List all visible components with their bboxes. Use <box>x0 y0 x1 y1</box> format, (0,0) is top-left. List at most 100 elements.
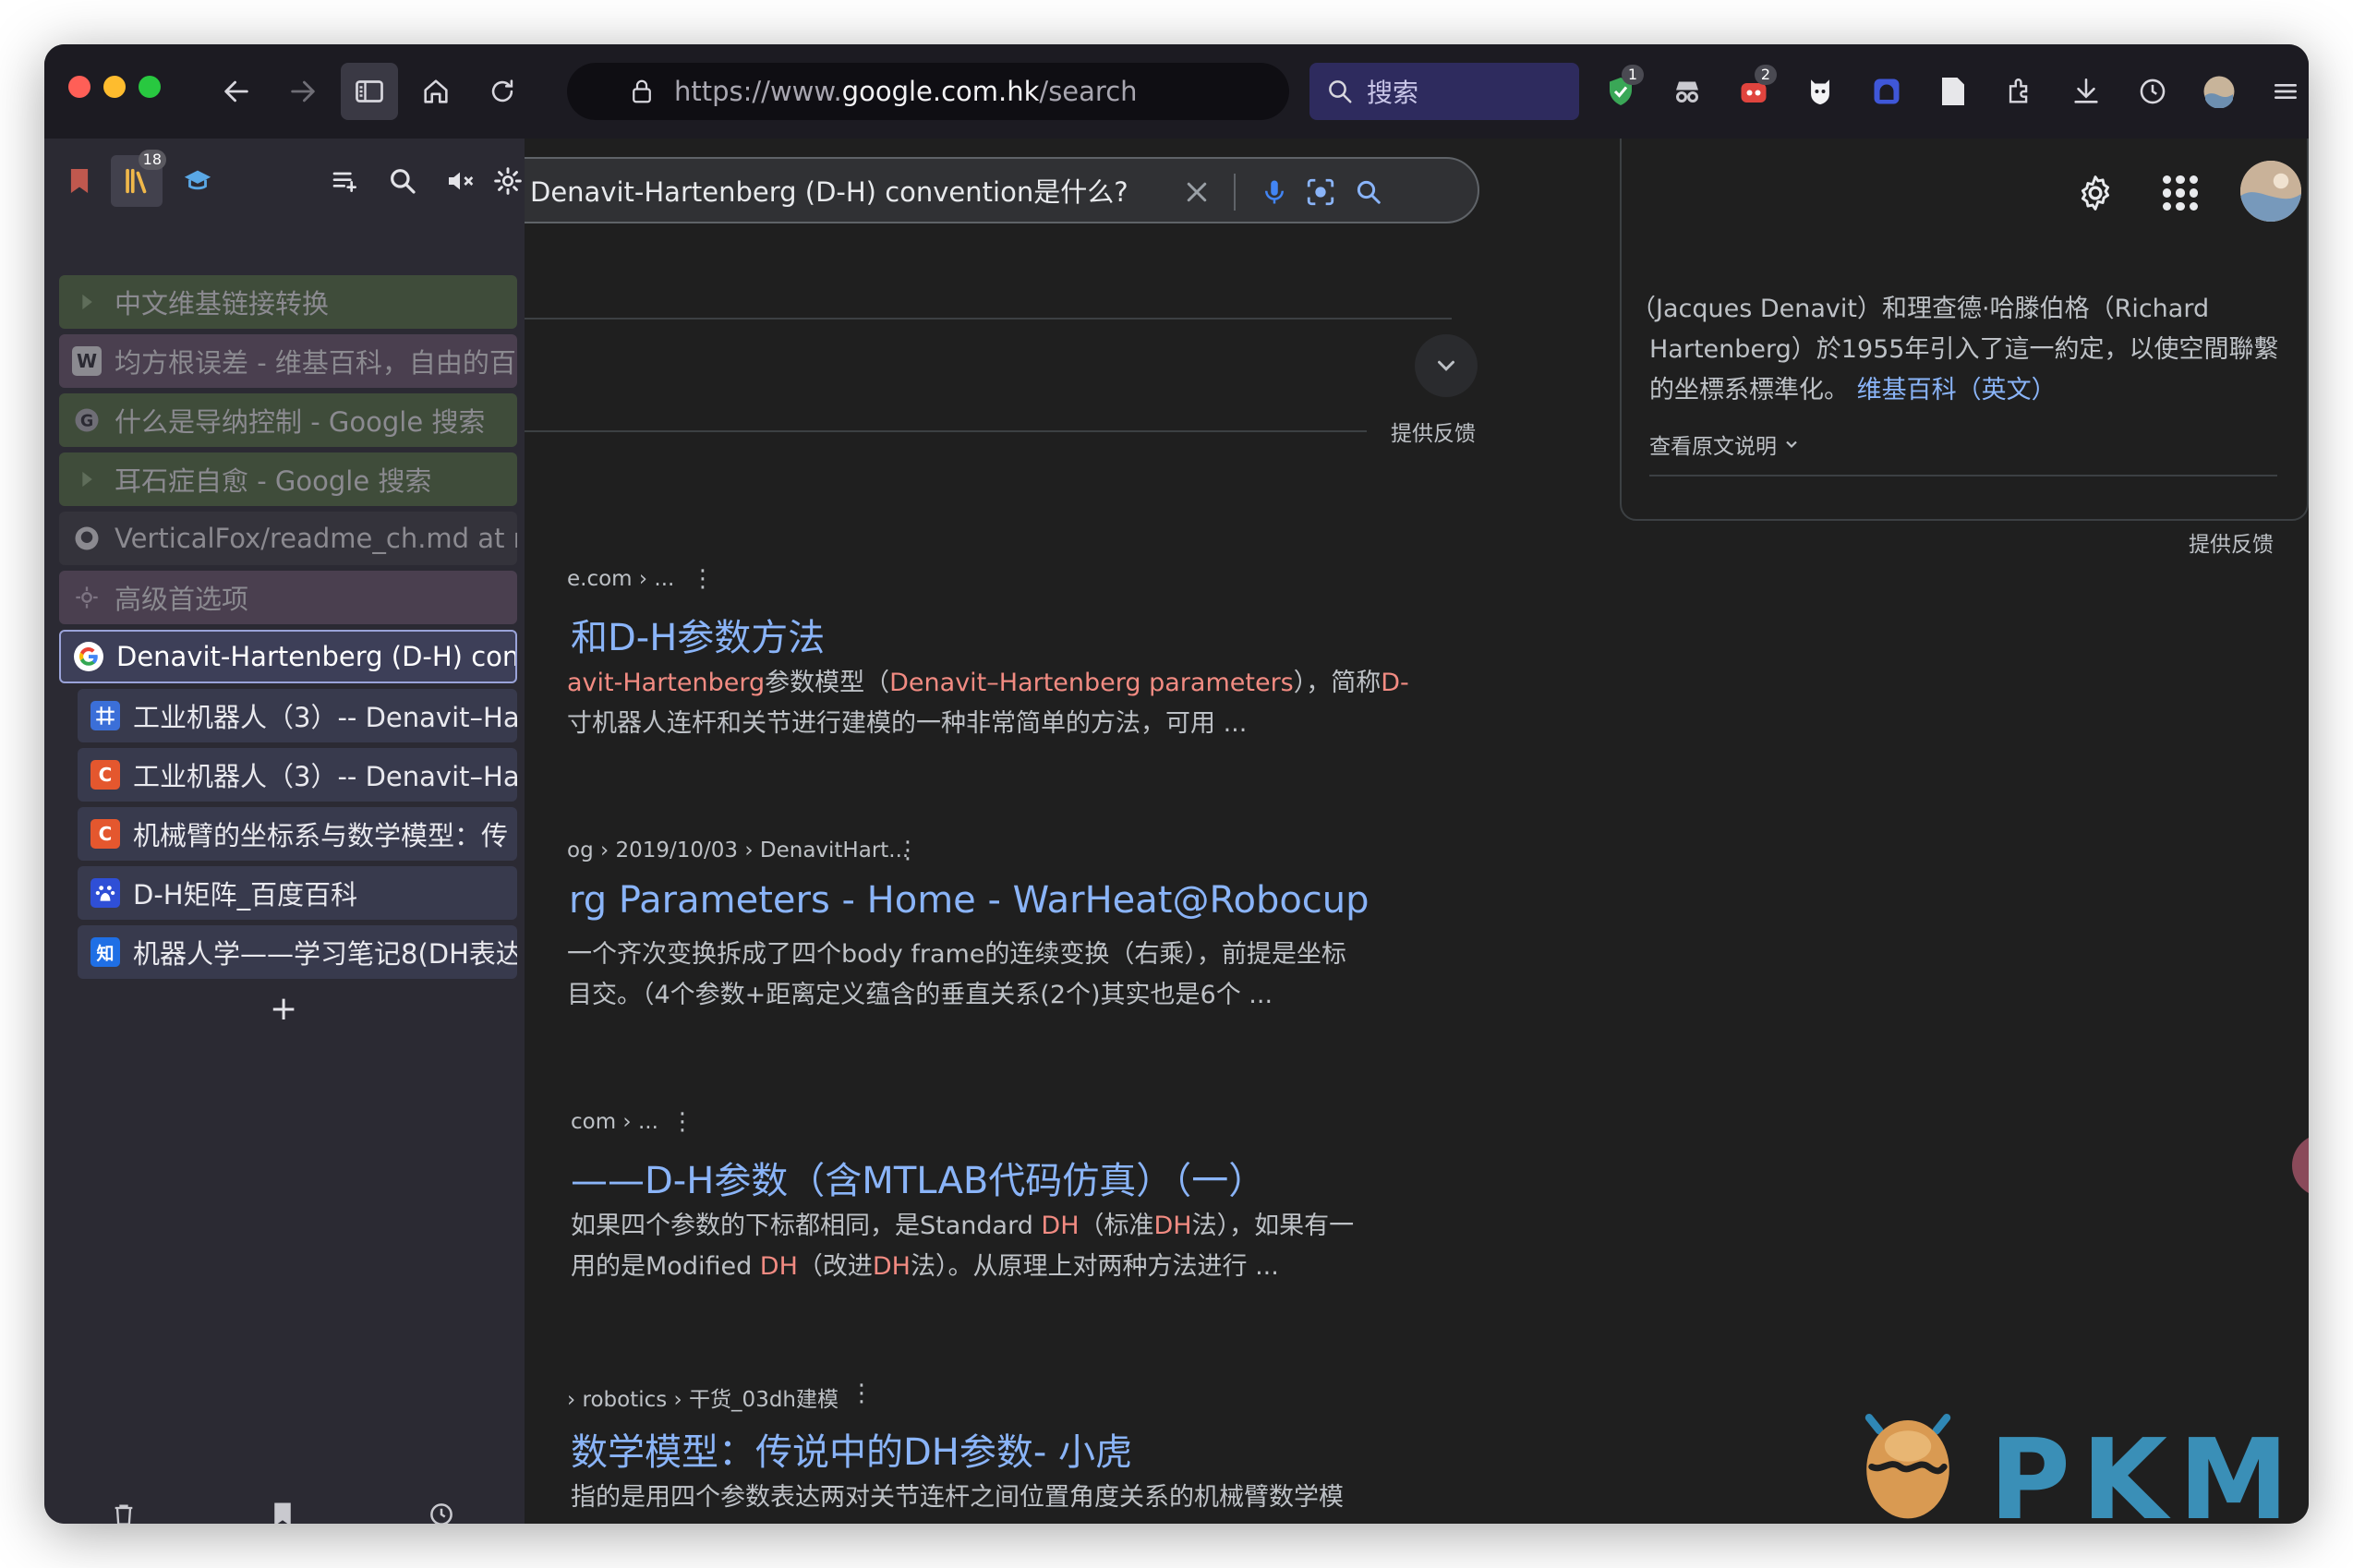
google-settings-button[interactable] <box>2072 170 2118 216</box>
spy-extension[interactable] <box>1664 68 1710 115</box>
snippet-text: （改进 <box>797 1252 873 1281</box>
downloads-button[interactable] <box>2063 68 2109 115</box>
download-icon <box>2074 78 2098 103</box>
zoom-window-button[interactable] <box>139 76 161 98</box>
red-extension[interactable]: 2 <box>1731 65 1777 115</box>
tab-item[interactable]: 知 机器人学——学习笔记8(DH表达 <box>78 925 517 979</box>
tab-item[interactable]: VerticalFox/readme_ch.md at ma <box>59 512 517 565</box>
forward-button[interactable] <box>274 63 332 120</box>
sidebar-settings-button[interactable] <box>491 155 525 207</box>
bookmarks-button[interactable] <box>264 1496 301 1524</box>
tab-item[interactable]: G 什么是导纳控制 - Google 搜索 <box>59 393 517 447</box>
arrow-left-icon <box>224 80 248 103</box>
google-account-avatar[interactable] <box>2240 161 2301 222</box>
pkmer-watermark-text: PKMER <box>1989 1417 2309 1524</box>
result-more-icon[interactable]: ⋮ <box>691 565 715 593</box>
reader-extension[interactable] <box>1930 68 1976 115</box>
tab-item[interactable]: 耳石症自愈 - Google 搜索 <box>59 452 517 506</box>
result-title-link[interactable]: ——D-H参数（含MTLAB代码仿真）（一） <box>571 1151 1265 1204</box>
adblock-shield-extension[interactable]: 1 <box>1598 65 1644 115</box>
tab-item-active[interactable]: Denavit-Hartenberg (D-H) conver <box>59 630 517 683</box>
close-icon <box>1187 182 1207 202</box>
microphone-icon <box>1265 180 1284 204</box>
sidebar-history-button[interactable] <box>423 1496 460 1524</box>
voice-search-button[interactable] <box>1258 175 1291 209</box>
search-icon <box>1357 180 1381 204</box>
ghost-icon <box>1874 78 1900 104</box>
tab-item[interactable]: 工业机器人（3）-- Denavit–Har <box>78 689 517 742</box>
snippet-line: avit-Hartenberg参数模型（Denavit–Hartenberg p… <box>567 663 1409 704</box>
google-search-box[interactable]: Denavit-Hartenberg (D-H) convention是什么? <box>525 157 1479 223</box>
menu-button[interactable] <box>2262 68 2309 115</box>
kp-line: Hartenberg）於1955年引入了這一約定，以使空間聯繫 <box>1649 335 2279 364</box>
translate-button[interactable] <box>2292 1134 2309 1197</box>
sidebar-bookmark-button[interactable] <box>54 155 105 207</box>
result-title-link[interactable]: 数学模型：传说中的DH参数- 小虎 <box>571 1422 1132 1476</box>
history-button[interactable] <box>2130 68 2176 115</box>
result-more-icon[interactable]: ⋮ <box>670 1108 694 1136</box>
sidebar-toggle-button[interactable] <box>341 63 398 120</box>
red-extension-badge: 2 <box>1755 65 1777 85</box>
tab-list-button[interactable] <box>320 155 371 207</box>
result-title-link[interactable]: rg Parameters - Home - WarHeat@Robocup <box>569 879 1370 922</box>
chevron-down-icon <box>1786 440 1797 449</box>
bitwarden-extension[interactable] <box>1797 68 1843 115</box>
google-icon <box>74 642 103 671</box>
new-tab-button[interactable]: + <box>270 990 297 1028</box>
search-divider <box>1234 174 1236 211</box>
trash-button[interactable] <box>105 1496 142 1524</box>
lens-search-button[interactable] <box>1304 175 1337 209</box>
result-more-icon[interactable]: ⋮ <box>850 1380 874 1407</box>
result-more-icon[interactable]: ⋮ <box>896 837 920 864</box>
snippet-line: 目交。（4个参数+距离定义蕴含的垂直关系(2个)其实也是6个 ... <box>567 975 1346 1016</box>
browser-search-box[interactable]: 搜索 <box>1309 63 1579 120</box>
search-icon <box>391 169 416 194</box>
snippet-text: （标准 <box>1079 1212 1154 1240</box>
account-button[interactable] <box>2196 68 2242 115</box>
url-bar[interactable]: https://www.google.com.hk/search?clie <box>567 63 1289 120</box>
camera-lens-icon <box>1307 178 1334 206</box>
clear-search-button[interactable] <box>1180 175 1213 209</box>
ghost-extension[interactable] <box>1864 68 1910 115</box>
tab-title: VerticalFox/readme_ch.md at ma <box>115 523 517 554</box>
google-icon: G <box>72 405 102 435</box>
google-apps-button[interactable] <box>2159 172 2202 214</box>
show-original-button[interactable]: 查看原文说明 <box>1649 428 1801 460</box>
mute-button[interactable] <box>434 155 486 207</box>
result-cite: › robotics › 干货_03dh建模 <box>567 1388 839 1412</box>
tab-search-button[interactable] <box>377 155 428 207</box>
browser-window: https://www.google.com.hk/search?clie 搜索… <box>44 44 2309 1524</box>
gear-icon <box>494 167 522 195</box>
wikipedia-link[interactable]: 维基百科（英文） <box>1857 376 2057 404</box>
tab-item[interactable]: C 机械臂的坐标系与数学模型：传 <box>78 807 517 861</box>
reload-button[interactable] <box>474 63 531 120</box>
bookmark-icon <box>274 1502 291 1524</box>
snippet-text: 指的是用四个参数表达两对关节连杆之间位置角度关系的机械臂数学模 <box>571 1483 1344 1512</box>
tab-item[interactable]: D-H矩阵_百度百科 <box>78 866 517 920</box>
back-button[interactable] <box>208 63 265 120</box>
feedback-link[interactable]: 提供反馈 <box>1391 416 1476 447</box>
sidebar-edu-button[interactable] <box>172 155 223 207</box>
submit-search-button[interactable] <box>1352 175 1385 209</box>
close-window-button[interactable] <box>68 76 90 98</box>
result-snippet: 指的是用四个参数表达两对关节连杆之间位置角度关系的机械臂数学模通过限制原点位置与… <box>571 1478 1344 1524</box>
tab-item[interactable]: 高级首选项 <box>59 571 517 624</box>
minimize-window-button[interactable] <box>103 76 126 98</box>
kp-feedback-link[interactable]: 提供反馈 <box>2189 526 2274 558</box>
sidebar-tabs-button[interactable]: 18 <box>111 150 166 207</box>
result-title-link[interactable]: 和D-H参数方法 <box>571 608 825 661</box>
search-placeholder: 搜索 <box>1367 78 1419 108</box>
csdn-icon: C <box>90 819 120 849</box>
home-button[interactable] <box>407 63 465 120</box>
avatar-icon <box>2203 76 2235 108</box>
search-icon <box>1329 80 1352 103</box>
incognito-icon <box>1676 81 1698 103</box>
tab-title: 均方根误差 - 维基百科，自由的百 <box>115 347 516 379</box>
snippet-highlight: DH <box>759 1252 798 1281</box>
expand-button[interactable] <box>1415 334 1478 397</box>
tab-item[interactable]: W 均方根误差 - 维基百科，自由的百 <box>59 334 517 388</box>
tab-item[interactable]: C 工业机器人（3）-- Denavit–Har <box>78 748 517 802</box>
tab-item[interactable]: 中文维基链接转换 <box>59 275 517 329</box>
search-query-text: Denavit-Hartenberg (D-H) convention是什么? <box>530 176 1128 208</box>
extensions-button[interactable] <box>1997 68 2043 115</box>
